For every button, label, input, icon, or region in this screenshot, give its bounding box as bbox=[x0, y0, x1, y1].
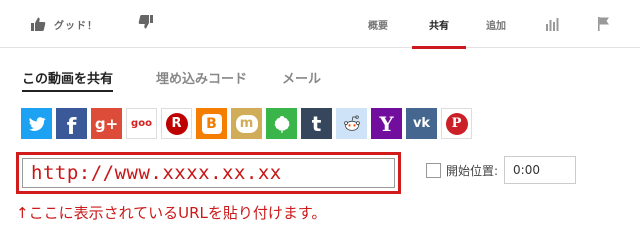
like-group: グッド！ bbox=[30, 14, 154, 34]
rakuten-glyph: R bbox=[165, 112, 188, 135]
tab-about[interactable]: 概要 bbox=[358, 0, 398, 48]
goo-glyph: goo bbox=[131, 118, 152, 129]
goo-icon[interactable]: goo bbox=[126, 108, 157, 139]
tab-stats[interactable] bbox=[538, 0, 566, 48]
hatena-icon[interactable] bbox=[266, 108, 297, 139]
google-plus-icon[interactable]: g+ bbox=[91, 108, 122, 139]
share-services: f g+ goo R B m t Y vk P bbox=[21, 108, 476, 140]
tab-about-label: 概要 bbox=[368, 20, 388, 32]
thumbs-up-icon bbox=[31, 17, 46, 31]
start-time-input[interactable]: 0:00 bbox=[504, 156, 577, 184]
pinterest-glyph: P bbox=[445, 112, 468, 135]
bar-chart-icon bbox=[546, 18, 559, 31]
share-url-text: http://www.xxxx.xx.xx bbox=[31, 162, 282, 184]
rakuten-icon[interactable]: R bbox=[161, 108, 192, 139]
subtab-email[interactable]: メール bbox=[282, 68, 321, 90]
url-highlight-box: http://www.xxxx.xx.xx bbox=[16, 152, 401, 194]
subtab-embed-code[interactable]: 埋め込みコード bbox=[156, 68, 247, 90]
start-time-control: 開始位置: 0:00 bbox=[426, 156, 577, 184]
reddit-icon[interactable] bbox=[336, 108, 367, 139]
tab-share[interactable]: 共有 bbox=[412, 0, 466, 49]
blogger-glyph: B bbox=[201, 113, 222, 134]
vk-glyph: vk bbox=[412, 116, 431, 131]
start-time-checkbox[interactable] bbox=[426, 162, 441, 178]
share-url-field[interactable]: http://www.xxxx.xx.xx bbox=[22, 158, 395, 188]
mixi-glyph: m bbox=[235, 114, 258, 133]
twitter-icon[interactable] bbox=[21, 108, 52, 139]
yahoo-icon[interactable]: Y bbox=[371, 108, 402, 139]
thumbs-down-icon bbox=[138, 15, 153, 29]
like-label: グッド！ bbox=[54, 20, 98, 32]
pinterest-icon[interactable]: P bbox=[441, 108, 472, 139]
flag-icon bbox=[598, 17, 609, 31]
tumblr-icon[interactable]: t bbox=[301, 108, 332, 139]
tab-add[interactable]: 追加 bbox=[476, 0, 516, 48]
vk-icon[interactable]: vk bbox=[406, 108, 437, 139]
action-bar: グッド！ 概要 共有 追加 bbox=[0, 0, 640, 49]
dislike-button[interactable] bbox=[138, 14, 154, 34]
tab-report[interactable] bbox=[590, 0, 618, 48]
start-time-label: 開始位置: bbox=[446, 163, 499, 178]
tumblr-glyph: t bbox=[311, 111, 322, 136]
yahoo-glyph: Y bbox=[379, 111, 394, 136]
like-button[interactable]: グッド！ bbox=[30, 16, 98, 32]
start-time-value: 0:00 bbox=[513, 163, 540, 177]
google-plus-glyph: g+ bbox=[94, 114, 119, 133]
facebook-glyph: f bbox=[66, 115, 77, 140]
mixi-icon[interactable]: m bbox=[231, 108, 262, 139]
tab-add-label: 追加 bbox=[486, 20, 506, 32]
subtab-share-video[interactable]: この動画を共有 bbox=[22, 68, 114, 92]
tab-share-label: 共有 bbox=[429, 20, 449, 32]
annotation-note: ↑ここに表示されているURLを貼り付けます。 bbox=[16, 204, 327, 222]
blogger-icon[interactable]: B bbox=[196, 108, 227, 139]
facebook-icon[interactable]: f bbox=[56, 108, 87, 140]
